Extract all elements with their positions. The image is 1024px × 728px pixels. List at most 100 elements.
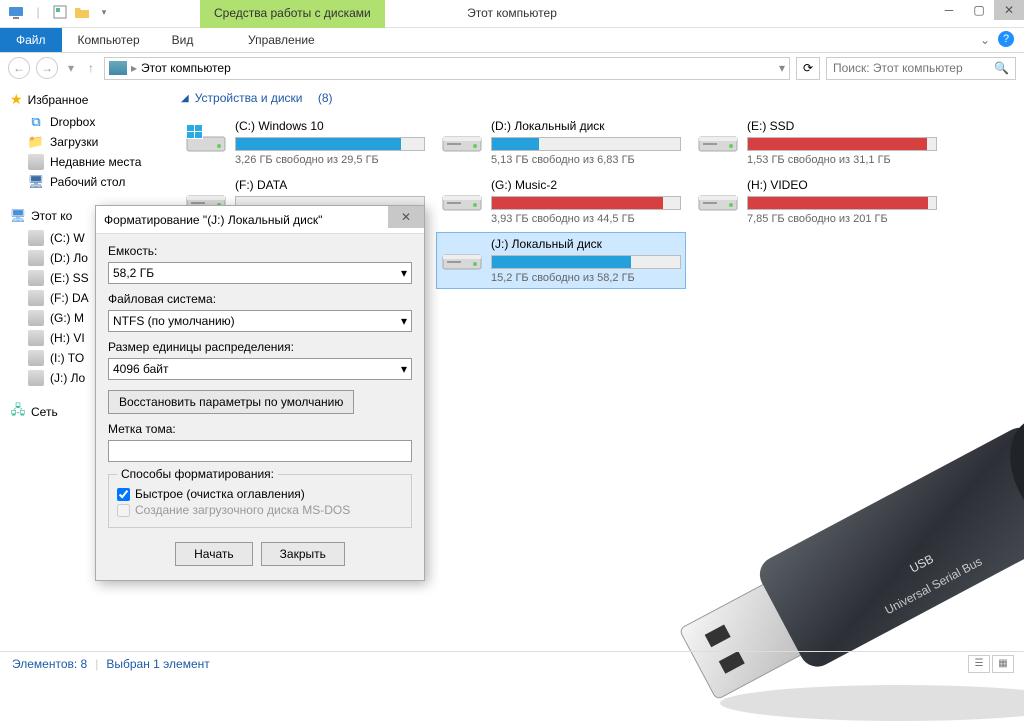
nav-up-button[interactable]: ↑ bbox=[84, 57, 98, 79]
qat-sep-icon: | bbox=[30, 4, 46, 20]
section-header-devices[interactable]: ◢ Устройства и диски (8) bbox=[181, 91, 1008, 105]
format-options-group: Способы форматирования: Быстрое (очистка… bbox=[108, 474, 412, 528]
collapse-icon: ◢ bbox=[181, 93, 189, 104]
collapse-ribbon-icon[interactable]: ⌄ bbox=[980, 33, 990, 47]
drive-item[interactable]: (J:) Локальный диск 15,2 ГБ свободно из … bbox=[437, 233, 685, 288]
view-details-button[interactable]: ☰ bbox=[968, 655, 990, 673]
dialog-title: Форматирование "(J:) Локальный диск" bbox=[104, 213, 322, 227]
qat-properties-icon[interactable] bbox=[52, 4, 68, 20]
search-box[interactable]: 🔍 bbox=[826, 57, 1016, 80]
dialog-titlebar[interactable]: Форматирование "(J:) Локальный диск" ✕ bbox=[96, 206, 424, 234]
close-dialog-button[interactable]: Закрыть bbox=[261, 542, 345, 566]
tab-manage[interactable]: Управление bbox=[218, 28, 345, 52]
allocation-select[interactable]: 4096 байт▾ bbox=[108, 358, 412, 380]
dialog-close-button[interactable]: ✕ bbox=[388, 206, 424, 228]
msdos-boot-checkbox: Создание загрузочного диска MS-DOS bbox=[117, 503, 403, 517]
drive-name: (C:) Windows 10 bbox=[235, 119, 425, 133]
capacity-select[interactable]: 58,2 ГБ▾ bbox=[108, 262, 412, 284]
drive-free-text: 7,85 ГБ свободно из 201 ГБ bbox=[747, 213, 937, 225]
tab-computer[interactable]: Компьютер bbox=[62, 28, 156, 52]
qat-pc-icon[interactable] bbox=[8, 4, 24, 20]
minimize-button[interactable]: ─ bbox=[934, 0, 964, 20]
sidebar-item-dropbox[interactable]: ⧉Dropbox bbox=[10, 112, 155, 132]
drive-item[interactable]: (C:) Windows 10 3,26 ГБ свободно из 29,5… bbox=[181, 115, 429, 170]
desktop-icon: 🖥 bbox=[28, 174, 44, 190]
drive-item[interactable]: (E:) SSD 1,53 ГБ свободно из 31,1 ГБ bbox=[693, 115, 941, 170]
dropbox-icon: ⧉ bbox=[28, 114, 44, 130]
status-item-count: Элементов: 8 bbox=[12, 657, 87, 671]
capacity-bar bbox=[235, 137, 425, 151]
drive-item[interactable]: (D:) Локальный диск 5,13 ГБ свободно из … bbox=[437, 115, 685, 170]
drive-icon bbox=[28, 350, 44, 366]
qat-dropdown-icon[interactable]: ▾ bbox=[96, 4, 112, 20]
context-tab-drive-tools[interactable]: Средства работы с дисками bbox=[200, 0, 385, 28]
help-icon[interactable]: ? bbox=[998, 31, 1014, 47]
tab-view[interactable]: Вид bbox=[156, 28, 210, 52]
view-icons-button[interactable]: ▦ bbox=[992, 655, 1014, 673]
search-input[interactable] bbox=[833, 61, 994, 75]
qat-new-folder-icon[interactable] bbox=[74, 4, 90, 20]
capacity-bar bbox=[491, 137, 681, 151]
drive-item[interactable]: (H:) VIDEO 7,85 ГБ свободно из 201 ГБ bbox=[693, 174, 941, 229]
allocation-label: Размер единицы распределения: bbox=[108, 340, 412, 354]
volume-label-label: Метка тома: bbox=[108, 422, 412, 436]
restore-defaults-button[interactable]: Восстановить параметры по умолчанию bbox=[108, 390, 354, 414]
address-bar[interactable]: ▸ Этот компьютер ▾ bbox=[104, 57, 790, 80]
pc-icon: 🖥 bbox=[10, 208, 26, 224]
drive-icon bbox=[28, 250, 44, 266]
filesystem-select[interactable]: NTFS (по умолчанию)▾ bbox=[108, 310, 412, 332]
drive-name: (H:) VIDEO bbox=[747, 178, 937, 192]
capacity-bar bbox=[491, 255, 681, 269]
ribbon-tabs: Файл Компьютер Вид Управление ⌄ ? bbox=[0, 28, 1024, 53]
breadcrumb-chevron-icon[interactable]: ▸ bbox=[131, 61, 137, 75]
drive-free-text: 1,53 ГБ свободно из 31,1 ГБ bbox=[747, 154, 937, 166]
drive-icon bbox=[28, 230, 44, 246]
drive-name: (F:) DATA bbox=[235, 178, 425, 192]
recent-icon bbox=[28, 154, 44, 170]
sidebar-item-recent[interactable]: Недавние места bbox=[10, 152, 155, 172]
address-location[interactable]: Этот компьютер bbox=[141, 61, 231, 75]
quick-format-checkbox[interactable]: Быстрое (очистка оглавления) bbox=[117, 487, 403, 501]
refresh-button[interactable]: ⟳ bbox=[796, 57, 820, 80]
drive-free-text: 3,93 ГБ свободно из 44,5 ГБ bbox=[491, 213, 681, 225]
drive-icon bbox=[441, 119, 483, 157]
format-dialog: Форматирование "(J:) Локальный диск" ✕ Е… bbox=[95, 205, 425, 581]
chevron-down-icon: ▾ bbox=[401, 314, 407, 328]
status-selection: Выбран 1 элемент bbox=[106, 657, 209, 671]
pc-icon bbox=[109, 61, 127, 75]
chevron-down-icon: ▾ bbox=[401, 362, 407, 376]
maximize-button[interactable]: ▢ bbox=[964, 0, 994, 20]
drive-icon bbox=[441, 237, 483, 275]
network-icon: 🖧 bbox=[10, 404, 26, 420]
sidebar-favorites-header[interactable]: ★Избранное bbox=[10, 91, 155, 108]
start-button[interactable]: Начать bbox=[175, 542, 253, 566]
drive-free-text: 5,13 ГБ свободно из 6,83 ГБ bbox=[491, 154, 681, 166]
drive-icon bbox=[697, 119, 739, 157]
nav-back-button[interactable]: ← bbox=[8, 57, 30, 79]
close-button[interactable]: ✕ bbox=[994, 0, 1024, 20]
window-title: Этот компьютер bbox=[467, 6, 557, 20]
drive-icon bbox=[28, 330, 44, 346]
status-bar: Элементов: 8 | Выбран 1 элемент ☰ ▦ bbox=[0, 651, 1024, 675]
drive-free-text: 3,26 ГБ свободно из 29,5 ГБ bbox=[235, 154, 425, 166]
volume-label-input[interactable] bbox=[108, 440, 412, 462]
nav-bar: ← → ▾ ↑ ▸ Этот компьютер ▾ ⟳ 🔍 bbox=[0, 53, 1024, 83]
capacity-bar bbox=[747, 137, 937, 151]
address-dropdown-icon[interactable]: ▾ bbox=[779, 61, 785, 75]
sidebar-item-downloads[interactable]: 📁Загрузки bbox=[10, 132, 155, 152]
nav-forward-button[interactable]: → bbox=[36, 57, 58, 79]
drive-name: (D:) Локальный диск bbox=[491, 119, 681, 133]
tab-file[interactable]: Файл bbox=[0, 28, 62, 52]
format-options-legend: Способы форматирования: bbox=[117, 467, 278, 481]
title-bar: | ▾ Средства работы с дисками Этот компь… bbox=[0, 0, 1024, 28]
chevron-down-icon: ▾ bbox=[401, 266, 407, 280]
usb-flash-drive-image: USB Universal Serial Bus bbox=[620, 418, 1024, 728]
drive-item[interactable]: (G:) Music-2 3,93 ГБ свободно из 44,5 ГБ bbox=[437, 174, 685, 229]
nav-history-dropdown[interactable]: ▾ bbox=[64, 57, 78, 79]
capacity-bar bbox=[747, 196, 937, 210]
sidebar-item-desktop[interactable]: 🖥Рабочий стол bbox=[10, 172, 155, 192]
search-icon[interactable]: 🔍 bbox=[994, 61, 1009, 75]
drive-name: (E:) SSD bbox=[747, 119, 937, 133]
capacity-label: Емкость: bbox=[108, 244, 412, 258]
drive-name: (J:) Локальный диск bbox=[491, 237, 681, 251]
